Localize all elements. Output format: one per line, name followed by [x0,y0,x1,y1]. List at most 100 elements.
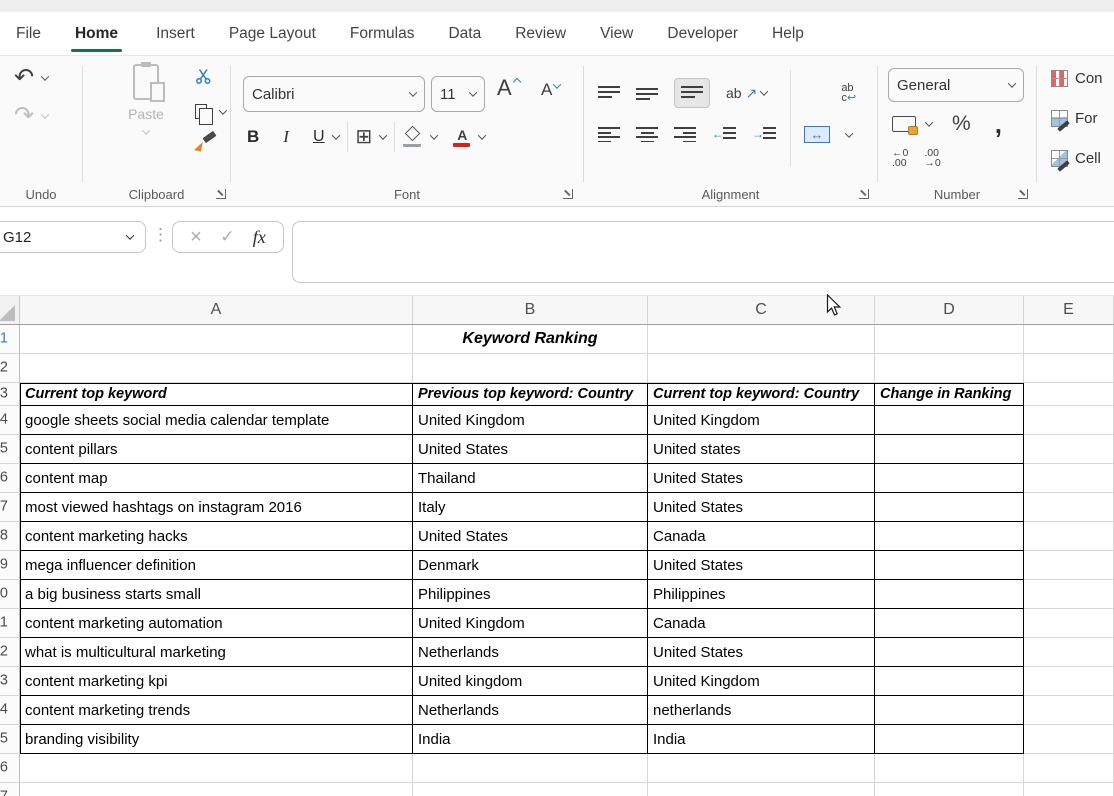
copy-dropdown-chevron-icon[interactable] [219,106,227,114]
cell-D1[interactable] [875,325,1024,354]
menu-tab-page-layout[interactable]: Page Layout [227,19,318,49]
row-header-15[interactable]: 15 [0,725,20,754]
cell-A3[interactable]: Current top keyword [20,383,413,406]
cell-C8[interactable]: Canada [648,522,875,551]
cell-D9[interactable] [875,551,1024,580]
cell-B8[interactable]: United States [413,522,648,551]
cell-B11[interactable]: United Kingdom [413,609,648,638]
cell-E9[interactable] [1024,551,1114,580]
cell-D12[interactable] [875,638,1024,667]
cell-B12[interactable]: Netherlands [413,638,648,667]
cell-A9[interactable]: mega influencer definition [20,551,413,580]
font-dialog-launcher[interactable] [563,189,573,199]
cell-C13[interactable]: United Kingdom [648,667,875,696]
cell-E4[interactable] [1024,406,1114,435]
format-as-table-button[interactable]: For [1051,110,1098,127]
formula-bar-handle-icon[interactable]: ⋮ [152,225,169,245]
menu-tab-developer[interactable]: Developer [665,19,740,49]
cell-E16[interactable] [1024,754,1114,783]
font-color-button[interactable]: A [453,127,471,147]
cell-C14[interactable]: netherlands [648,696,875,725]
cell-styles-button[interactable]: Cell [1051,150,1101,167]
cell-C15[interactable]: India [648,725,875,754]
cell-E12[interactable] [1024,638,1114,667]
cell-A16[interactable] [20,754,413,783]
undo-button[interactable]: ↶ [14,66,48,90]
cell-D7[interactable] [875,493,1024,522]
row-header-17[interactable]: 17 [0,783,20,796]
cell-E11[interactable] [1024,609,1114,638]
cell-B17[interactable] [413,783,648,796]
cancel-icon[interactable]: × [190,226,202,249]
row-header-7[interactable]: 7 [0,493,20,522]
column-header-B[interactable]: B [413,296,648,324]
formula-input[interactable] [292,221,1114,283]
accounting-chevron-icon[interactable] [925,118,933,126]
cell-D10[interactable] [875,580,1024,609]
menu-tab-file[interactable]: File [14,19,43,49]
cell-D16[interactable] [875,754,1024,783]
row-header-3[interactable]: 3 [0,383,20,406]
row-header-2[interactable]: 2 [0,354,20,383]
menu-tab-data[interactable]: Data [446,19,483,49]
cell-A7[interactable]: most viewed hashtags on instagram 2016 [20,493,413,522]
row-header-9[interactable]: 9 [0,551,20,580]
font-size-chevron-icon[interactable] [469,88,477,96]
cell-B10[interactable]: Philippines [413,580,648,609]
cell-E14[interactable] [1024,696,1114,725]
cell-B6[interactable]: Thailand [413,464,648,493]
cell-B1[interactable]: Keyword Ranking [413,325,648,354]
font-name-chevron-icon[interactable] [409,88,417,96]
row-header-16[interactable]: 16 [0,754,20,783]
cell-D13[interactable] [875,667,1024,696]
number-dialog-launcher[interactable] [1018,189,1028,199]
number-format-chevron-icon[interactable] [1008,79,1016,87]
alignment-dialog-launcher[interactable] [859,189,869,199]
paste-button[interactable]: Paste [117,64,175,160]
cell-E6[interactable] [1024,464,1114,493]
cell-C10[interactable]: Philippines [648,580,875,609]
bottom-align-button-selected[interactable] [674,78,710,108]
cell-B4[interactable]: United Kingdom [413,406,648,435]
row-header-5[interactable]: 5 [0,435,20,464]
cell-C17[interactable] [648,783,875,796]
cell-A10[interactable]: a big business starts small [20,580,413,609]
cell-D5[interactable] [875,435,1024,464]
column-header-A[interactable]: A [20,296,413,324]
cell-E15[interactable] [1024,725,1114,754]
row-header-12[interactable]: 12 [0,638,20,667]
row-header-14[interactable]: 14 [0,696,20,725]
menu-tab-view[interactable]: View [598,19,635,49]
cell-D8[interactable] [875,522,1024,551]
name-box[interactable]: G12 [0,221,146,253]
redo-button[interactable]: ↷ [14,104,48,128]
enter-icon[interactable]: ✓ [220,227,234,247]
cell-A11[interactable]: content marketing automation [20,609,413,638]
cell-C11[interactable]: Canada [648,609,875,638]
column-header-D[interactable]: D [875,296,1024,324]
cell-D17[interactable] [875,783,1024,796]
cell-A15[interactable]: branding visibility [20,725,413,754]
cell-A8[interactable]: content marketing hacks [20,522,413,551]
fill-color-button[interactable] [403,127,423,147]
cell-B14[interactable]: Netherlands [413,696,648,725]
cell-A5[interactable]: content pillars [20,435,413,464]
row-header-6[interactable]: 6 [0,464,20,493]
row-header-4[interactable]: 4 [0,406,20,435]
cell-C5[interactable]: United states [648,435,875,464]
cell-E13[interactable] [1024,667,1114,696]
paste-dropdown-chevron-icon[interactable] [142,126,150,134]
name-box-chevron-icon[interactable] [126,231,134,239]
increase-decimal-button[interactable]: .00 →0 [924,148,940,168]
decrease-decimal-button[interactable]: ←0 .00 [892,148,908,168]
row-header-13[interactable]: 13 [0,667,20,696]
percent-style-button[interactable]: % [952,112,971,136]
cut-button[interactable] [195,68,212,90]
middle-align-button[interactable] [636,86,658,101]
cell-A13[interactable]: content marketing kpi [20,667,413,696]
cell-C16[interactable] [648,754,875,783]
cell-C2[interactable] [648,354,875,383]
number-format-combo[interactable]: General [888,68,1024,102]
merge-center-chevron-icon[interactable] [845,129,853,137]
cell-E1[interactable] [1024,325,1114,354]
